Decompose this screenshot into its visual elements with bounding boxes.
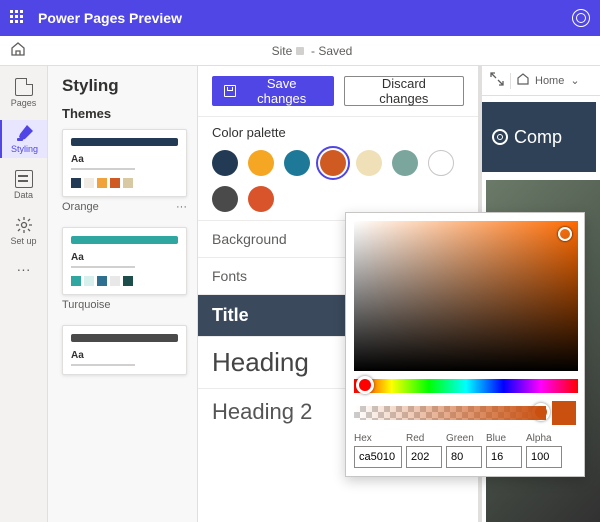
theme-sample-line — [71, 266, 135, 268]
color-swatch[interactable] — [392, 150, 418, 176]
rail-pages-label: Pages — [11, 98, 37, 108]
left-rail: Pages Styling Data Set up ··· — [0, 66, 48, 522]
data-icon — [15, 170, 33, 188]
theme-swatch-row — [71, 178, 178, 188]
color-swatch[interactable] — [248, 150, 274, 176]
themes-panel: Styling Themes Aa Orange ··· Aa Turquois… — [48, 66, 198, 522]
save-button-label: Save changes — [242, 76, 322, 106]
theme-sample-line — [71, 364, 135, 366]
rail-styling-label: Styling — [11, 144, 38, 154]
color-swatch[interactable] — [356, 150, 382, 176]
color-swatch[interactable] — [284, 150, 310, 176]
hue-slider[interactable] — [354, 379, 578, 393]
home-icon[interactable] — [10, 41, 26, 60]
theme-name: Turquoise — [62, 299, 111, 311]
ellipsis-icon: ··· — [17, 262, 31, 276]
brand-text: Comp — [514, 127, 562, 148]
hue-thumb[interactable] — [356, 376, 374, 394]
discard-button-label: Discard changes — [357, 76, 451, 106]
color-swatch[interactable] — [212, 186, 238, 212]
rail-setup-label: Set up — [10, 236, 36, 246]
color-swatch[interactable] — [248, 186, 274, 212]
hex-input[interactable] — [354, 446, 402, 468]
color-swatch[interactable] — [212, 150, 238, 176]
rail-more[interactable]: ··· — [0, 258, 47, 280]
themes-heading: Themes — [62, 106, 187, 121]
theme-more-icon[interactable]: ··· — [176, 201, 187, 213]
save-icon — [224, 85, 236, 97]
green-label: Green — [446, 433, 482, 444]
green-input[interactable] — [446, 446, 482, 468]
app-title: Power Pages Preview — [38, 10, 182, 26]
alpha-label: Alpha — [526, 433, 562, 444]
red-input[interactable] — [406, 446, 442, 468]
saturation-value-area[interactable] — [354, 221, 578, 371]
pages-icon — [15, 78, 33, 96]
blue-input[interactable] — [486, 446, 522, 468]
theme-header-swatch — [71, 138, 178, 146]
site-label: Site — [272, 44, 293, 58]
rail-data[interactable]: Data — [0, 166, 47, 204]
theme-sample-text: Aa — [71, 350, 178, 361]
site-preview-header: Comp — [482, 102, 596, 172]
alpha-slider[interactable] — [354, 406, 546, 420]
rail-data-label: Data — [14, 190, 33, 200]
discard-button[interactable]: Discard changes — [344, 76, 464, 106]
rail-styling[interactable]: Styling — [0, 120, 47, 158]
setup-icon — [15, 216, 33, 234]
theme-sample-text: Aa — [71, 252, 178, 263]
expand-icon[interactable] — [490, 72, 504, 89]
theme-sample-line — [71, 168, 135, 170]
rail-setup[interactable]: Set up — [0, 212, 47, 250]
chevron-down-icon[interactable]: ⌄ — [570, 74, 579, 87]
color-swatch[interactable] — [320, 150, 346, 176]
theme-header-swatch — [71, 236, 178, 244]
theme-sample-text: Aa — [71, 154, 178, 165]
hex-label: Hex — [354, 433, 402, 444]
styling-icon — [16, 124, 34, 142]
theme-card-orange[interactable]: Aa — [62, 129, 187, 197]
color-palette-heading: Color palette — [212, 125, 464, 140]
save-indicator-icon — [296, 47, 304, 55]
sv-thumb[interactable] — [558, 227, 572, 241]
help-icon[interactable] — [572, 9, 590, 27]
theme-name: Orange — [62, 201, 99, 213]
panel-title: Styling — [62, 76, 187, 96]
app-launcher-icon[interactable] — [10, 10, 26, 26]
current-color-swatch — [552, 401, 576, 425]
alpha-input[interactable] — [526, 446, 562, 468]
breadcrumb-home[interactable]: Home — [535, 75, 564, 87]
theme-swatch-row — [71, 276, 178, 286]
red-label: Red — [406, 433, 442, 444]
color-swatch[interactable] — [428, 150, 454, 176]
theme-header-swatch — [71, 334, 178, 342]
rail-pages[interactable]: Pages — [0, 74, 47, 112]
color-picker: Hex Red Green Blue Alpha — [345, 212, 585, 477]
theme-card-turquoise[interactable]: Aa — [62, 227, 187, 295]
alpha-thumb[interactable] — [532, 403, 550, 421]
breadcrumb-home-icon[interactable] — [517, 73, 529, 88]
brand-logo-icon — [492, 129, 508, 145]
save-button[interactable]: Save changes — [212, 76, 334, 106]
blue-label: Blue — [486, 433, 522, 444]
theme-card-third[interactable]: Aa — [62, 325, 187, 375]
save-state: - Saved — [311, 44, 352, 58]
